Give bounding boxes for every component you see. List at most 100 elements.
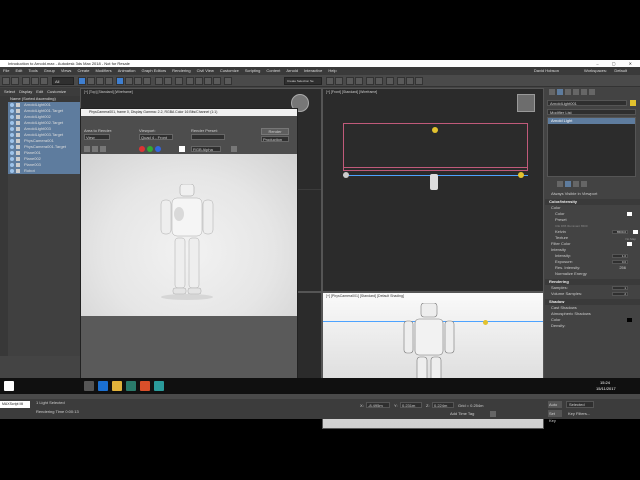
scene-item[interactable]: Robot bbox=[8, 168, 80, 174]
render-button[interactable]: Render bbox=[261, 128, 289, 135]
select-scale-icon[interactable] bbox=[134, 77, 142, 85]
menu-item[interactable]: Arnold bbox=[286, 67, 298, 75]
exposure-input[interactable]: 0.0 bbox=[612, 260, 628, 264]
intensity-input[interactable]: 1.0 bbox=[612, 254, 628, 258]
play-animation-icon[interactable] bbox=[490, 411, 496, 417]
visibility-eye-icon[interactable] bbox=[10, 121, 14, 125]
object-color-swatch[interactable] bbox=[630, 100, 636, 106]
undo-icon[interactable] bbox=[2, 77, 10, 85]
rendered-frame-window[interactable]: PhysCamera001, frame 0, Display Gamma: 2… bbox=[80, 108, 298, 383]
menu-item[interactable]: Civil View bbox=[197, 67, 214, 75]
robot-wireframe[interactable] bbox=[430, 174, 438, 190]
scene-explorer-tab[interactable]: Customize bbox=[47, 89, 66, 94]
pivot-center-icon[interactable] bbox=[164, 77, 172, 85]
select-by-name-icon[interactable] bbox=[87, 77, 95, 85]
viewport-dropdown[interactable]: Quad 4 - Front bbox=[139, 134, 173, 140]
area-to-render-dropdown[interactable]: View bbox=[84, 134, 110, 140]
menu-item[interactable]: Edit bbox=[15, 67, 22, 75]
file-explorer-icon[interactable] bbox=[112, 381, 122, 391]
menu-item[interactable]: Interactive bbox=[304, 67, 322, 75]
z-coord-input[interactable]: 0.224m bbox=[432, 402, 454, 408]
selected-dropdown[interactable]: Selected bbox=[566, 401, 594, 408]
y-coord-input[interactable]: 0.231m bbox=[400, 402, 422, 408]
auto-key-button[interactable]: Auto Key bbox=[548, 401, 562, 414]
visibility-eye-icon[interactable] bbox=[10, 157, 14, 161]
green-channel-icon[interactable] bbox=[147, 146, 153, 152]
visibility-eye-icon[interactable] bbox=[10, 169, 14, 173]
menu-item[interactable]: Graph Editors bbox=[141, 67, 166, 75]
redo-icon[interactable] bbox=[11, 77, 19, 85]
blue-channel-icon[interactable] bbox=[155, 146, 161, 152]
volume-samples-input[interactable]: 2 bbox=[612, 292, 628, 296]
edit-named-selection-icon[interactable] bbox=[224, 77, 232, 85]
kelvin-input[interactable]: 6500.0 bbox=[612, 230, 628, 234]
maxscript-listener[interactable]: MAXScript Mi bbox=[0, 401, 30, 408]
keyboard-shortcut-icon[interactable] bbox=[175, 77, 183, 85]
visibility-eye-icon[interactable] bbox=[10, 127, 14, 131]
render-production-icon[interactable] bbox=[415, 77, 423, 85]
viewport-front-label[interactable]: [+] [Front] [Standard] [Wireframe] bbox=[326, 90, 377, 94]
window-controls[interactable]: – ▢ ✕ bbox=[596, 60, 638, 67]
viewport-front[interactable]: [+] [Front] [Standard] [Wireframe] bbox=[322, 88, 544, 292]
camera-marker-icon[interactable] bbox=[343, 172, 349, 178]
pin-stack-icon[interactable] bbox=[557, 181, 563, 187]
menu-item[interactable]: Animation bbox=[118, 67, 136, 75]
layer-explorer-icon[interactable] bbox=[355, 77, 363, 85]
link-icon[interactable] bbox=[22, 77, 30, 85]
menu-item[interactable]: Customize bbox=[220, 67, 239, 75]
percent-snap-icon[interactable] bbox=[204, 77, 212, 85]
menu-item[interactable]: Create bbox=[77, 67, 89, 75]
reference-coord-icon[interactable] bbox=[155, 77, 163, 85]
align-icon[interactable] bbox=[335, 77, 343, 85]
angle-snap-icon[interactable] bbox=[195, 77, 203, 85]
rectangular-selection-icon[interactable] bbox=[96, 77, 104, 85]
modify-tab-icon[interactable] bbox=[557, 89, 563, 95]
snaps-toggle-icon[interactable] bbox=[186, 77, 194, 85]
task-view-icon[interactable] bbox=[84, 381, 94, 391]
scene-explorer-tab[interactable]: Select bbox=[4, 89, 15, 94]
always-visible-checkbox[interactable]: Always Visible in Viewport bbox=[545, 191, 640, 197]
menu-item[interactable]: Content bbox=[266, 67, 280, 75]
key-filters-button[interactable]: Key Filters... bbox=[566, 410, 594, 417]
modifier-stack-item[interactable]: Arnold Light bbox=[548, 118, 635, 124]
menu-item[interactable]: Tools bbox=[28, 67, 37, 75]
mirror-icon[interactable] bbox=[326, 77, 334, 85]
menu-item[interactable]: File bbox=[3, 67, 9, 75]
clear-icon[interactable] bbox=[231, 146, 237, 152]
command-panel-tabs[interactable] bbox=[547, 88, 638, 96]
render-setup-icon[interactable] bbox=[397, 77, 405, 85]
create-tab-icon[interactable] bbox=[549, 89, 555, 95]
scene-explorer-tab[interactable]: Edit bbox=[36, 89, 43, 94]
set-key-button[interactable]: Set Key bbox=[548, 410, 562, 423]
samples-input[interactable]: 1 bbox=[612, 286, 628, 290]
select-object-icon[interactable] bbox=[78, 77, 86, 85]
scene-explorer-icon[interactable] bbox=[346, 77, 354, 85]
store-icon[interactable] bbox=[126, 381, 136, 391]
red-channel-icon[interactable] bbox=[139, 146, 145, 152]
visibility-eye-icon[interactable] bbox=[10, 163, 14, 167]
color-swatch[interactable] bbox=[627, 212, 632, 216]
visibility-eye-icon[interactable] bbox=[10, 103, 14, 107]
start-icon[interactable] bbox=[4, 381, 14, 391]
rendered-frame-window-icon[interactable] bbox=[406, 77, 414, 85]
scene-explorer-tab[interactable]: Display bbox=[19, 89, 32, 94]
select-move-icon[interactable] bbox=[116, 77, 124, 85]
light-target-icon[interactable] bbox=[432, 127, 438, 133]
selection-filter-dropdown[interactable]: All bbox=[52, 77, 74, 85]
show-end-result-icon[interactable] bbox=[565, 181, 571, 187]
curve-editor-icon[interactable] bbox=[366, 77, 374, 85]
shadow-color-swatch[interactable] bbox=[627, 318, 632, 322]
add-time-tag[interactable]: Add Time Tag bbox=[450, 411, 474, 416]
utilities-tab-icon[interactable] bbox=[589, 89, 595, 95]
render-window-title[interactable]: PhysCamera001, frame 0, Display Gamma: 2… bbox=[81, 109, 297, 116]
motion-tab-icon[interactable] bbox=[573, 89, 579, 95]
normalize-energy-checkbox[interactable]: Normalize Energy bbox=[545, 271, 640, 277]
viewport-top-label[interactable]: [+] [Top] [Standard] [Wireframe] bbox=[84, 90, 133, 94]
channel-display-dropdown[interactable]: RGB Alpha bbox=[191, 146, 221, 152]
object-name-field[interactable]: ArnoldLight001 bbox=[547, 100, 627, 106]
menu-item[interactable]: Modifiers bbox=[95, 67, 111, 75]
save-image-icon[interactable] bbox=[84, 146, 90, 152]
light-icon[interactable] bbox=[483, 320, 488, 325]
visibility-eye-icon[interactable] bbox=[10, 151, 14, 155]
production-dropdown[interactable]: Production bbox=[261, 136, 289, 142]
